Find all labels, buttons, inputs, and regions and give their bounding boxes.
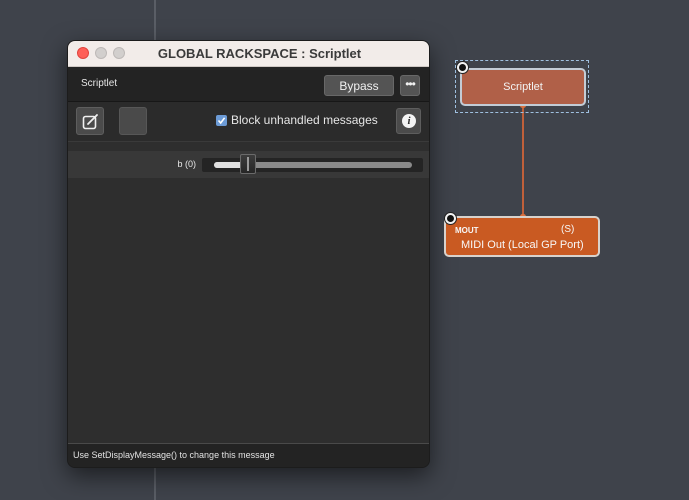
midi-port-icon xyxy=(456,61,469,74)
bypass-button[interactable]: Bypass xyxy=(324,75,394,96)
connection-cable[interactable] xyxy=(522,103,524,219)
info-button[interactable]: i xyxy=(396,108,421,134)
window-titlebar[interactable]: GLOBAL RACKSPACE : Scriptlet xyxy=(68,41,429,67)
blank-toggle-button[interactable] xyxy=(119,107,147,135)
plugin-name: Scriptlet xyxy=(81,78,118,89)
info-icon: i xyxy=(402,114,416,128)
midi-port-icon xyxy=(444,212,457,225)
status-bar: Use SetDisplayMessage() to change this m… xyxy=(68,443,429,467)
plugin-toolbar: Block unhandled messages i xyxy=(68,102,429,142)
edit-icon xyxy=(82,114,98,130)
midi-out-name: MIDI Out (Local GP Port) xyxy=(461,239,584,251)
slider-thumb[interactable] xyxy=(239,154,256,174)
parameter-row: b (0) xyxy=(68,151,429,178)
edit-script-button[interactable] xyxy=(76,107,104,135)
more-options-button[interactable]: ••• xyxy=(400,75,420,96)
plugin-window: GLOBAL RACKSPACE : Scriptlet Scriptlet B… xyxy=(67,40,430,468)
midi-out-tag: MOUT xyxy=(455,226,479,235)
block-unhandled-label: Block unhandled messages xyxy=(231,113,378,127)
midi-out-suffix: (S) xyxy=(561,224,575,235)
window-title: GLOBAL RACKSPACE : Scriptlet xyxy=(157,46,362,61)
midi-out-node[interactable]: MOUT (S) MIDI Out (Local GP Port) xyxy=(444,216,600,257)
check-icon xyxy=(217,117,226,125)
parameter-label: b (0) xyxy=(177,159,196,169)
plugin-header: Scriptlet Bypass ••• xyxy=(68,67,429,102)
block-unhandled-checkbox[interactable] xyxy=(216,115,227,126)
status-message: Use SetDisplayMessage() to change this m… xyxy=(73,450,275,460)
scriptlet-node[interactable]: Scriptlet xyxy=(460,68,586,106)
parameter-area: b (0) xyxy=(68,142,429,442)
